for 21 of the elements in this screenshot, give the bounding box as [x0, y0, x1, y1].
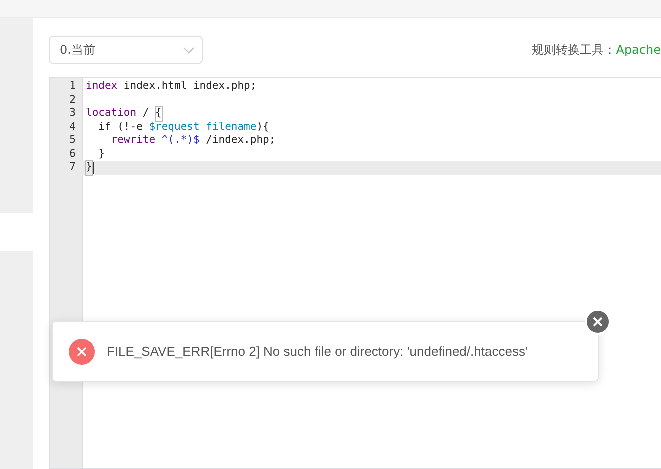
line-number: 6	[68, 148, 76, 161]
line-number: 4	[68, 120, 76, 134]
line-number: 3	[68, 107, 76, 120]
code-line: index index.html index.php;	[86, 80, 257, 94]
error-message: FILE_SAVE_ERR[Errno 2] No such file or directory: 'undefined/.htaccess'	[107, 344, 528, 359]
text-cursor	[93, 162, 94, 174]
code-line: location / {	[86, 107, 162, 120]
close-icon	[593, 317, 603, 327]
code-line: rewrite ^(.*)$ /index.php;	[110, 134, 276, 148]
chevron-down-icon	[183, 46, 195, 54]
select-value: 0.当前	[60, 42, 96, 58]
converter-label: 规则转换工具：	[532, 42, 616, 56]
error-icon	[69, 338, 95, 364]
line-number: 1	[68, 80, 76, 94]
code-line: }	[98, 148, 105, 161]
version-select[interactable]: 0.当前	[49, 36, 203, 64]
line-number: 5	[68, 134, 76, 148]
line-number: 2	[68, 94, 76, 107]
code-line: }	[86, 161, 94, 174]
code-line: if (!-e $request_filename){	[98, 120, 270, 134]
line-number: 7	[68, 161, 76, 174]
